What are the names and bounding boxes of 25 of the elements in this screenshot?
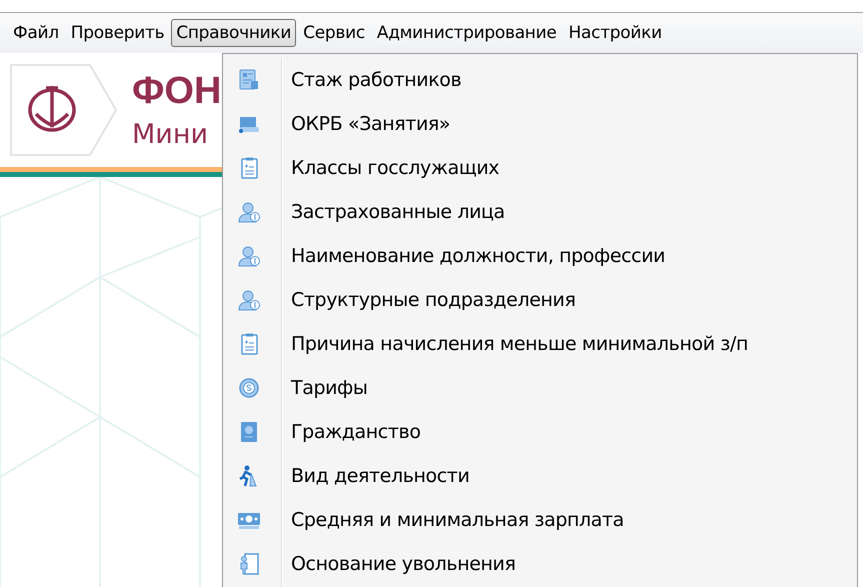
menu-entry[interactable]: Тарифы (291, 377, 368, 399)
menu-entry[interactable]: Средняя и минимальная зарплата (291, 509, 624, 531)
header-title: ФОН (132, 70, 222, 113)
header-subtitle: Мини (132, 119, 210, 150)
menu-entry[interactable]: Гражданство (291, 421, 421, 443)
person-coin-icon (237, 244, 261, 268)
menu-item[interactable]: Справочники (171, 19, 296, 47)
menu-entry[interactable]: Причина начисления меньше минимальной з/п (291, 333, 748, 355)
menu-item[interactable]: Настройки (564, 19, 667, 47)
menu-entry[interactable]: Застрахованные лица (291, 201, 505, 223)
menu-item[interactable]: Администрирование (372, 19, 562, 47)
menu-entry[interactable]: Стаж работников (291, 69, 462, 91)
coin-icon (237, 376, 261, 400)
menu-item[interactable]: Файл (8, 19, 64, 47)
menu-item[interactable]: Сервис (298, 19, 370, 47)
menu-entry[interactable]: Наименование должности, профессии (291, 245, 666, 267)
menu-entry[interactable]: Основание увольнения (291, 553, 516, 575)
person-coin-icon (237, 288, 261, 312)
menu-entry[interactable]: Структурные подразделения (291, 289, 576, 311)
menu-entry[interactable]: Классы госслужащих (291, 157, 500, 179)
id-card-icon (237, 68, 261, 92)
person-coin-icon (237, 200, 261, 224)
menu-item[interactable]: Проверить (66, 19, 170, 47)
menu-entry[interactable]: Вид деятельности (291, 465, 470, 487)
menu-entry[interactable]: ОКРБ «Занятия» (291, 113, 450, 135)
